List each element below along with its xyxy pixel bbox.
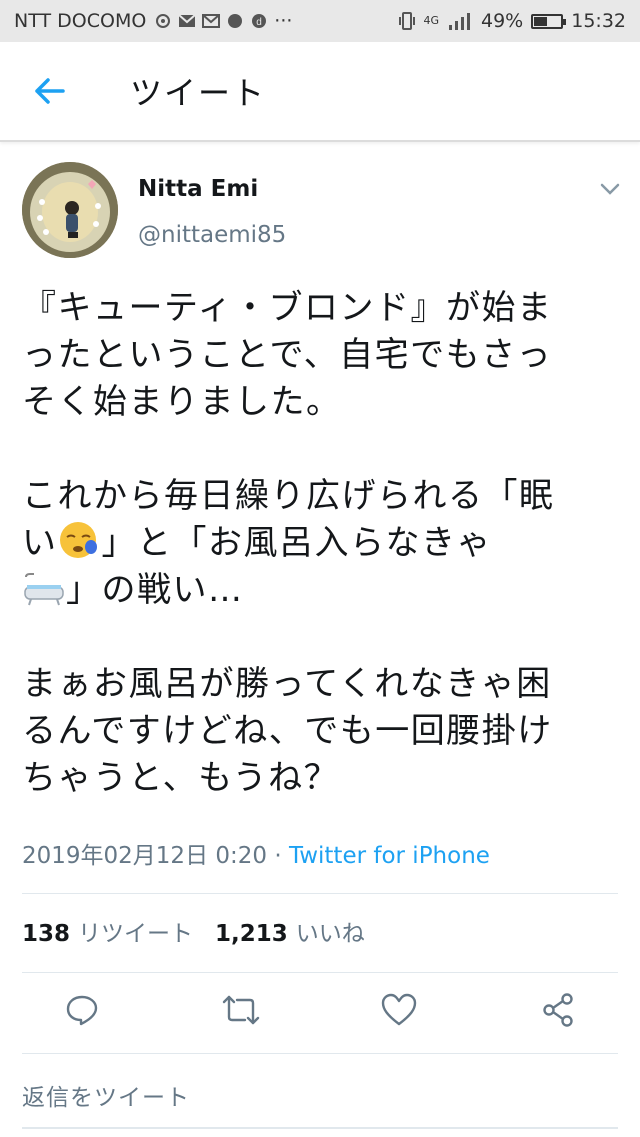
mail-icon — [178, 14, 196, 27]
retweet-icon — [222, 995, 259, 1025]
back-button[interactable] — [20, 61, 80, 121]
mail-icon-2 — [202, 14, 221, 28]
tweet-source-link[interactable]: Twitter for iPhone — [289, 843, 490, 869]
like-stat[interactable]: 1,213 いいね — [215, 914, 365, 948]
app-header: ツイート — [0, 42, 640, 142]
status-bar: NTT DOCOMO d ··· 4G 49% 15:32 — [0, 0, 640, 42]
tweet-line: ちゃうと、もうね？ — [22, 758, 340, 798]
tweet-fragment: い — [22, 523, 58, 563]
avatar-image — [22, 162, 118, 258]
d-app-icon: d — [252, 14, 267, 28]
tweet-text: 『キューティ・ブロンド』が始ま ったということで、自宅でもさっ そく始まりました… — [22, 285, 622, 802]
reply-input-underline — [22, 1127, 618, 1129]
arrow-left-icon — [35, 78, 65, 104]
tweet-line: これから毎日繰り広げられる「眠 — [22, 476, 555, 516]
more-notifications-icon: ··· — [274, 10, 293, 32]
chevron-down-icon[interactable] — [598, 180, 622, 198]
retweet-label: リツイート — [78, 921, 194, 947]
settings-notification-icon — [156, 14, 171, 28]
share-button[interactable] — [538, 990, 578, 1030]
battery-level — [534, 16, 547, 26]
retweet-count: 138 — [22, 921, 71, 947]
like-count: 1,213 — [215, 921, 288, 947]
battery-icon — [531, 13, 567, 29]
baseball-icon — [228, 14, 243, 28]
tweet-line: 『キューティ・ブロンド』が始ま — [22, 288, 553, 328]
sleepy-face-emoji-icon — [59, 522, 97, 558]
heart-icon — [382, 993, 417, 1026]
clock: 15:32 — [571, 10, 626, 32]
vibrate-icon — [399, 12, 416, 30]
tweet-line: そく始まりました。 — [22, 382, 342, 422]
carrier-label: NTT DOCOMO — [14, 10, 147, 32]
divider — [22, 972, 618, 973]
signal-icon — [449, 13, 470, 30]
tweet-stats: 138 リツイート 1,213 いいね — [22, 914, 365, 948]
divider — [22, 893, 618, 894]
like-label: いいね — [295, 921, 365, 947]
avatar[interactable] — [22, 162, 118, 258]
tweet-line: るんですけどね、でも一回腰掛け — [22, 711, 553, 751]
tweet-actions — [22, 990, 618, 1040]
author-handle[interactable]: @nittaemi85 — [138, 222, 286, 248]
tweet-line: ったということで、自宅でもさっ — [22, 335, 553, 375]
tweet-line: 」の戦い… — [22, 567, 622, 614]
page-title: ツイート — [130, 74, 267, 112]
battery-percent: 49% — [481, 10, 524, 32]
reply-icon — [66, 995, 98, 1026]
tweet-timestamp[interactable]: 2019年02月12日 0:20 — [22, 843, 267, 869]
share-icon — [543, 993, 573, 1027]
meta-separator: · — [267, 843, 289, 869]
retweet-button[interactable] — [221, 990, 261, 1030]
tweet-line: まぁお風呂が勝ってくれなきゃ困 — [22, 664, 552, 704]
tweet-fragment: 」と「お風呂入らなきゃ — [101, 523, 492, 563]
like-button[interactable] — [379, 990, 419, 1030]
reply-button[interactable] — [62, 990, 102, 1030]
tweet-fragment: 」の戦い… — [66, 570, 244, 610]
reply-input[interactable]: 返信をツイート — [22, 1078, 190, 1112]
bathtub-emoji-icon — [24, 573, 64, 606]
svg-text:d: d — [257, 17, 263, 28]
divider — [22, 1053, 618, 1054]
network-type-label: 4G — [423, 14, 439, 27]
tweet-meta: 2019年02月12日 0:20 · Twitter for iPhone — [22, 836, 490, 870]
retweet-stat[interactable]: 138 リツイート — [22, 914, 193, 948]
tweet-author: Nitta Emi @nittaemi85 — [22, 162, 622, 262]
author-name[interactable]: Nitta Emi — [138, 176, 258, 202]
tweet-line: い 」と「お風呂入らなきゃ — [22, 520, 622, 567]
